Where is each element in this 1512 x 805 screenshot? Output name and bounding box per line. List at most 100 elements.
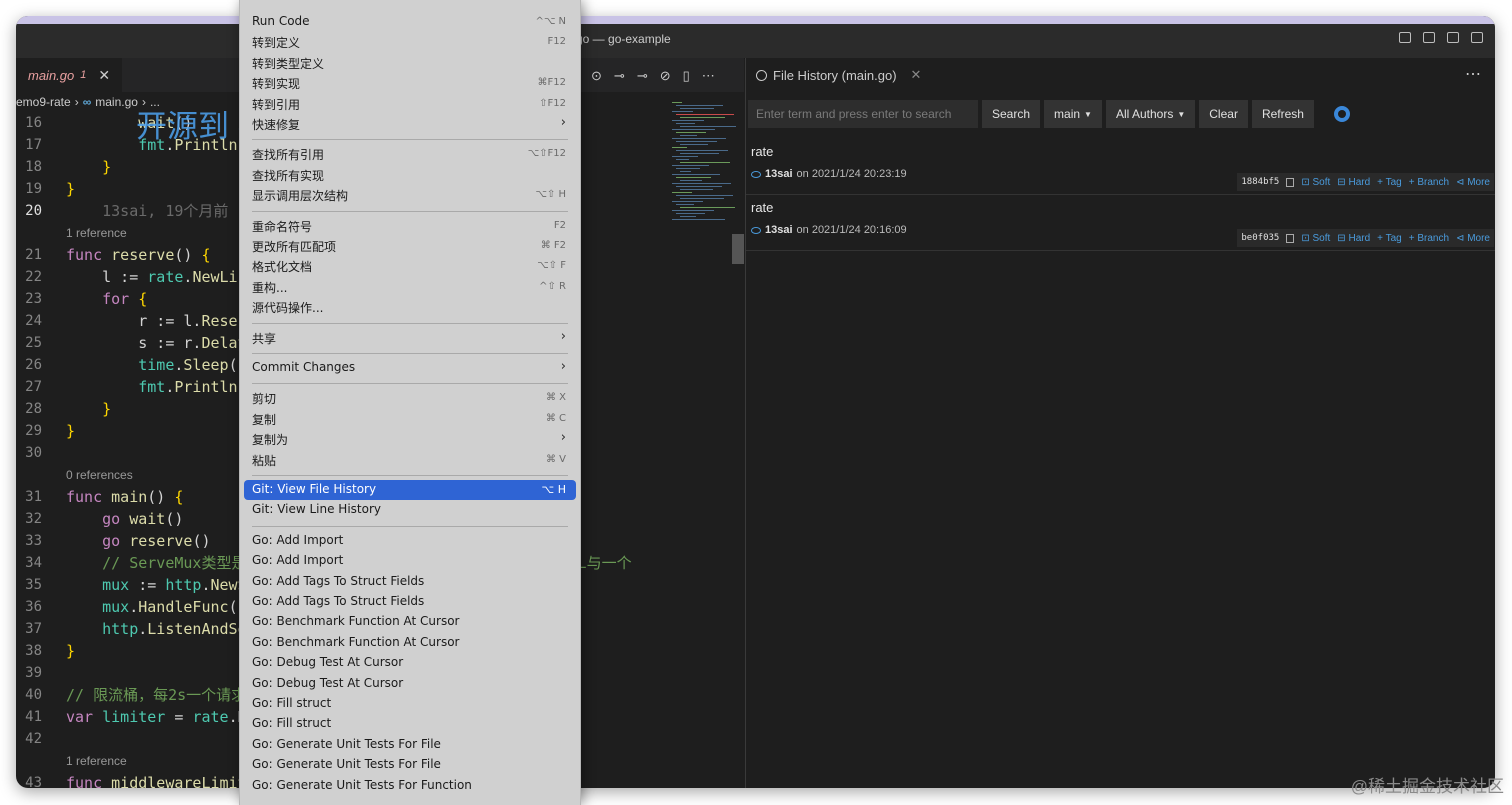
- tab-main-go[interactable]: main.go 1 ✕: [16, 58, 123, 92]
- copy-icon[interactable]: [1286, 233, 1295, 243]
- codelens[interactable]: 0 references: [66, 464, 133, 486]
- git-previous-icon[interactable]: ⊸: [614, 68, 625, 84]
- menu-item-item-8[interactable]: 查找所有实现: [244, 165, 576, 185]
- minimap-line: [676, 195, 733, 196]
- refresh-button[interactable]: Refresh: [1251, 100, 1314, 128]
- menu-item-go-generate-unit-tests-for-file[interactable]: Go: Generate Unit Tests For File: [244, 755, 576, 775]
- menu-item-go-benchmark-function-at-cursor[interactable]: Go: Benchmark Function At Cursor: [244, 633, 576, 653]
- line-number: 30: [25, 445, 42, 461]
- code-text: // 限流桶，每2s一个请求: [66, 686, 247, 704]
- menu-item-go-add-import[interactable]: Go: Add Import: [244, 531, 576, 551]
- line-number: 37: [25, 621, 42, 637]
- menu-item-item-15[interactable]: 源代码操作...: [244, 297, 576, 317]
- timeline-icon[interactable]: ⊘: [660, 68, 671, 84]
- menu-item-item-11[interactable]: 重命名符号 F2: [244, 216, 576, 236]
- menu-item-item-7[interactable]: 查找所有引用 ⌥⇧F12: [244, 144, 576, 164]
- copy-icon[interactable]: [1286, 177, 1295, 187]
- commit-hash[interactable]: 1884bf5: [1241, 177, 1279, 187]
- breadcrumb-folder[interactable]: emo9-rate: [16, 95, 71, 109]
- problems-count: 1: [80, 69, 87, 81]
- search-button[interactable]: Search: [982, 100, 1041, 128]
- more-actions-icon[interactable]: ⋯: [702, 68, 715, 84]
- menu-item-item-23[interactable]: 复制为 ›: [244, 429, 576, 449]
- menu-item-go-fill-struct[interactable]: Go: Fill struct: [244, 714, 576, 734]
- menu-item-item-24[interactable]: 粘贴 ⌘ V: [244, 450, 576, 470]
- line-number: 18: [25, 159, 42, 175]
- menu-item-item-22[interactable]: 复制 ⌘ C: [244, 409, 576, 429]
- more-actions-icon[interactable]: ⋯: [1465, 64, 1482, 84]
- menu-item-go-generate-unit-tests-for-file[interactable]: Go: Generate Unit Tests For File: [244, 735, 576, 755]
- customize-layout-icon[interactable]: [1471, 32, 1483, 43]
- menu-item-label: 源代码操作...: [252, 301, 324, 316]
- commit-row[interactable]: rate 13sai on 2021/1/24 20:23:19 1884bf5 ⊡ S…: [746, 140, 1495, 195]
- menu-item-shortcut: F12: [547, 36, 566, 48]
- reset-soft-link[interactable]: ⊡ Soft: [1301, 177, 1330, 188]
- menu-item-item-21[interactable]: 剪切 ⌘ X: [244, 388, 576, 408]
- menu-item-item-12[interactable]: 更改所有匹配项 ⌘ F2: [244, 236, 576, 256]
- close-icon[interactable]: ✕: [98, 67, 110, 84]
- minimap-line: [676, 159, 689, 160]
- git-next-icon[interactable]: ⊸: [637, 68, 648, 84]
- menu-item-go-add-tags-to-struct-fields[interactable]: Go: Add Tags To Struct Fields: [244, 572, 576, 592]
- menu-item-item-9[interactable]: 显示调用层次结构 ⌥⇧ H: [244, 185, 576, 205]
- add-tag-link[interactable]: + Tag: [1377, 177, 1402, 188]
- split-editor-icon[interactable]: ▯: [683, 68, 690, 84]
- tab-file-history[interactable]: File History (main.go) ✕: [756, 58, 921, 92]
- code-text: go reserve(): [102, 532, 211, 550]
- codelens[interactable]: 1 reference: [66, 222, 127, 244]
- clear-button[interactable]: Clear: [1199, 100, 1248, 128]
- menu-item-label: 粘贴: [252, 453, 277, 468]
- reset-hard-link[interactable]: ⊟ Hard: [1337, 233, 1370, 244]
- menu-item-go-add-tags-to-struct-fields[interactable]: Go: Add Tags To Struct Fields: [244, 592, 576, 612]
- add-branch-link[interactable]: + Branch: [1409, 177, 1449, 188]
- breadcrumb-file[interactable]: main.go: [95, 95, 138, 109]
- git-compare-icon[interactable]: ⊙: [591, 68, 602, 84]
- add-branch-link[interactable]: + Branch: [1409, 233, 1449, 244]
- toggle-sidebar-icon[interactable]: [1399, 32, 1411, 43]
- menu-item-run-code[interactable]: Run Code ^⌥ N: [244, 12, 576, 32]
- menu-item-go-debug-test-at-cursor[interactable]: Go: Debug Test At Cursor: [244, 653, 576, 673]
- close-icon[interactable]: ✕: [911, 67, 922, 83]
- menu-item-shortcut: ⌘ F2: [540, 240, 566, 251]
- more-link[interactable]: ⊲ More: [1456, 177, 1490, 188]
- branch-dropdown[interactable]: main ▼: [1044, 100, 1102, 128]
- menu-item-item-17[interactable]: 共享 ›: [244, 328, 576, 348]
- code-text: time.Sleep(s: [138, 356, 247, 374]
- toggle-secondary-sidebar-icon[interactable]: [1447, 32, 1459, 43]
- menu-item-go-fill-struct[interactable]: Go: Fill struct: [244, 694, 576, 714]
- commit-row[interactable]: rate 13sai on 2021/1/24 20:16:09 be0f035 ⊡ S…: [746, 196, 1495, 251]
- eye-icon[interactable]: [751, 226, 761, 234]
- commit-message: rate: [751, 200, 774, 215]
- history-search-input[interactable]: [748, 100, 978, 128]
- menu-item-item-14[interactable]: 重构... ^⇧ R: [244, 277, 576, 297]
- commit-hash[interactable]: be0f035: [1241, 233, 1279, 243]
- menu-item-go-generate-unit-tests-for-function[interactable]: Go: Generate Unit Tests For Function: [244, 776, 576, 796]
- menu-item-item-13[interactable]: 格式化文档 ⌥⇧ F: [244, 256, 576, 276]
- menu-item-commit-changes[interactable]: Commit Changes ›: [244, 358, 576, 378]
- menu-separator: [252, 210, 568, 212]
- eye-icon[interactable]: [751, 170, 761, 178]
- menu-item-git-view-line-history[interactable]: Git: View Line History: [244, 500, 576, 520]
- commit-meta: 13sai on 2021/1/24 20:23:19: [751, 168, 907, 180]
- minimap[interactable]: [666, 102, 744, 232]
- menu-item-go-benchmark-function-at-cursor[interactable]: Go: Benchmark Function At Cursor: [244, 612, 576, 632]
- codelens[interactable]: 1 reference: [66, 750, 127, 772]
- more-link[interactable]: ⊲ More: [1456, 233, 1490, 244]
- menu-item-item-3[interactable]: 转到实现 ⌘F12: [244, 73, 576, 93]
- github-icon[interactable]: [1333, 106, 1350, 122]
- menu-item-go-debug-test-at-cursor[interactable]: Go: Debug Test At Cursor: [244, 674, 576, 694]
- editor-scrollbar[interactable]: [732, 234, 744, 264]
- menu-item-item-4[interactable]: 转到引用 ⇧F12: [244, 94, 576, 114]
- menu-item-git-view-file-history[interactable]: Git: View File History ⌥ H: [244, 480, 576, 500]
- menu-item-item-1[interactable]: 转到定义 F12: [244, 32, 576, 52]
- code-text: for {: [102, 290, 148, 308]
- menu-item-go-add-import[interactable]: Go: Add Import: [244, 551, 576, 571]
- add-tag-link[interactable]: + Tag: [1377, 233, 1402, 244]
- menu-item-item-2[interactable]: 转到类型定义: [244, 53, 576, 73]
- menu-item-label: 格式化文档: [252, 260, 313, 275]
- authors-dropdown[interactable]: All Authors ▼: [1105, 100, 1196, 128]
- reset-hard-link[interactable]: ⊟ Hard: [1337, 177, 1370, 188]
- menu-item-item-5[interactable]: 快速修复 ›: [244, 114, 576, 134]
- toggle-panel-icon[interactable]: [1423, 32, 1435, 43]
- reset-soft-link[interactable]: ⊡ Soft: [1301, 233, 1330, 244]
